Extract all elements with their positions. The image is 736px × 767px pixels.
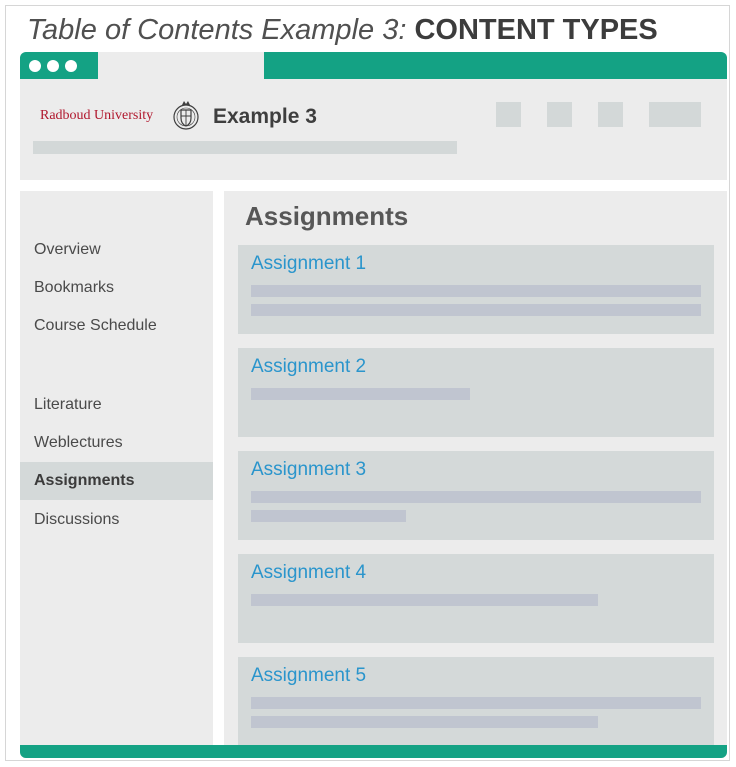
sidebar-nav: Overview Bookmarks Course Schedule Liter… [20,191,213,758]
caption-emphasis: CONTENT TYPES [414,14,658,46]
sidebar-item-bookmarks[interactable]: Bookmarks [20,269,213,307]
sidebar-item-literature[interactable]: Literature [20,386,213,424]
browser-tab[interactable] [98,52,264,79]
assignment-link[interactable]: Assignment 1 [251,253,366,275]
text-placeholder-line [251,304,701,316]
sidebar-item-weblectures[interactable]: Weblectures [20,424,213,462]
window-dot-icon[interactable] [47,60,59,72]
header-divider [20,180,727,191]
assignment-card[interactable]: Assignment 1 [238,245,714,334]
figure-caption: Table of Contents Example 3: CONTENT TYP… [27,14,658,47]
text-placeholder-line [251,716,598,728]
assignment-link[interactable]: Assignment 4 [251,562,366,584]
sidebar-separator [213,191,224,758]
sidebar-item-overview[interactable]: Overview [20,231,213,269]
page-title: Assignments [245,201,409,231]
university-seal-icon [173,101,199,130]
caption-prefix: Table of Contents Example 3: [27,14,415,46]
assignment-card[interactable]: Assignment 5 [238,657,714,746]
assignment-card[interactable]: Assignment 2 [238,348,714,437]
assignment-link[interactable]: Assignment 3 [251,459,366,481]
main-content: Assignments Assignment 1 Assignment 2 As… [224,191,727,758]
browser-window: Radboud University Example 3 Overview Bo… [20,52,727,758]
assignment-card[interactable]: Assignment 3 [238,451,714,540]
text-placeholder-line [251,388,470,400]
header-placeholder-button[interactable] [496,102,521,127]
window-dot-icon[interactable] [29,60,41,72]
window-footer-bar [20,745,727,758]
text-placeholder-line [251,594,598,606]
header-placeholder-button[interactable] [649,102,701,127]
window-titlebar [20,52,727,79]
window-dot-icon[interactable] [65,60,77,72]
assignment-card[interactable]: Assignment 4 [238,554,714,643]
university-logo-text[interactable]: Radboud University [40,108,153,124]
header-placeholder-button[interactable] [547,102,572,127]
site-header: Radboud University Example 3 [20,79,727,180]
sidebar-item-discussions[interactable]: Discussions [20,501,213,539]
text-placeholder-line [251,697,701,709]
sidebar-item-assignments[interactable]: Assignments [20,462,213,500]
breadcrumb-placeholder [33,141,457,154]
header-placeholder-button[interactable] [598,102,623,127]
text-placeholder-line [251,285,701,297]
assignment-link[interactable]: Assignment 5 [251,665,366,687]
assignment-link[interactable]: Assignment 2 [251,356,366,378]
text-placeholder-line [251,491,701,503]
text-placeholder-line [251,510,406,522]
course-title: Example 3 [213,105,317,128]
sidebar-item-course-schedule[interactable]: Course Schedule [20,307,213,345]
